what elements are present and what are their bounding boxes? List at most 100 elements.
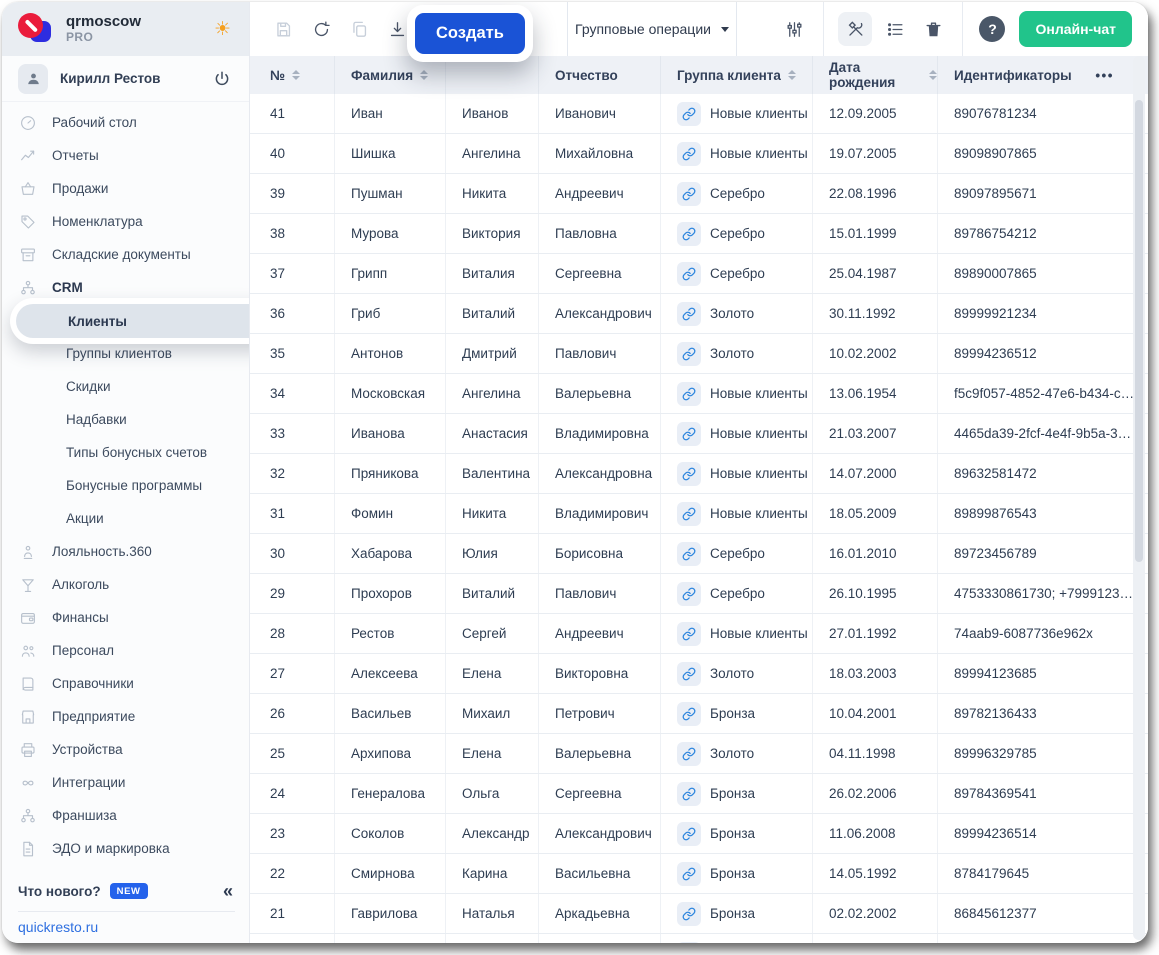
table-row[interactable]: 39 Пушман Никита Андреевич Серебро 22.08…	[250, 174, 1148, 214]
group-link-icon[interactable]	[677, 262, 701, 286]
sidebar-item-franchise[interactable]: Франшиза	[2, 799, 249, 832]
cell-group: Серебро	[660, 574, 812, 613]
logout-power-icon[interactable]	[213, 70, 231, 88]
sidebar-item-enterprise[interactable]: Предприятие	[2, 700, 249, 733]
column-header-number[interactable]: №	[250, 56, 334, 94]
table-row[interactable]: 24 Генералова Ольга Сергеевна Бронза 26.…	[250, 774, 1148, 814]
online-chat-button[interactable]: Онлайн-чат	[1019, 11, 1132, 47]
cell-firstname: Карина	[445, 854, 538, 893]
group-link-icon[interactable]	[677, 342, 701, 366]
table-row[interactable]: 22 Смирнова Карина Васильевна Бронза 14.…	[250, 854, 1148, 894]
group-link-icon[interactable]	[677, 822, 701, 846]
whats-new-link[interactable]: Что нового? NEW «	[18, 878, 233, 904]
sidebar-item-surcharges[interactable]: Надбавки	[2, 403, 249, 436]
group-link-icon[interactable]	[677, 542, 701, 566]
table-row[interactable]: 36 Гриб Виталий Александрович Золото 30.…	[250, 294, 1148, 334]
cell-firstname: Ангелина	[445, 134, 538, 173]
cell-birthdate: 16.01.2010	[812, 534, 937, 573]
sidebar-item-bonus-account-types[interactable]: Типы бонусных счетов	[2, 436, 249, 469]
table-row[interactable]: 31 Фомин Никита Владимирович Новые клиен…	[250, 494, 1148, 534]
table-row[interactable]: 30 Хабарова Юлия Борисовна Серебро 16.01…	[250, 534, 1148, 574]
table-row[interactable]: 38 Мурова Виктория Павловна Серебро 15.0…	[250, 214, 1148, 254]
scrollbar-thumb[interactable]	[1135, 100, 1143, 562]
sidebar-item-staff[interactable]: Персонал	[2, 634, 249, 667]
theme-toggle-sun-icon[interactable]: ☀	[214, 20, 231, 39]
group-link-icon[interactable]	[677, 662, 701, 686]
group-link-icon[interactable]	[677, 902, 701, 926]
group-link-icon[interactable]	[677, 382, 701, 406]
table-row[interactable]: 32 Пряникова Валентина Александровна Нов…	[250, 454, 1148, 494]
sidebar-item-devices[interactable]: Устройства	[2, 733, 249, 766]
sidebar-item-reports[interactable]: Отчеты	[2, 139, 249, 172]
table-row[interactable]: 41 Иван Иванов Иванович Новые клиенты 12…	[250, 94, 1148, 134]
group-link-icon[interactable]	[677, 862, 701, 886]
cell-number: 34	[250, 374, 334, 413]
table-row[interactable]: 37 Грипп Виталия Сергеевна Серебро 25.04…	[250, 254, 1148, 294]
group-link-icon[interactable]	[677, 582, 701, 606]
save-icon[interactable]	[264, 2, 302, 56]
sidebar-item-finance[interactable]: Финансы	[2, 601, 249, 634]
sidebar-item-loyalty360[interactable]: Лояльность.360	[2, 535, 249, 568]
column-header-middlename[interactable]: Отчество	[538, 56, 660, 94]
create-button[interactable]: Создать	[415, 13, 525, 54]
table-row[interactable]: 34 Московская Ангелина Валерьевна Новые …	[250, 374, 1148, 414]
cell-middlename: Павлович	[538, 574, 660, 613]
group-link-icon[interactable]	[677, 502, 701, 526]
sidebar-item-bonus-programs[interactable]: Бонусные программы	[2, 469, 249, 502]
table-row[interactable]: 28 Рестов Сергей Андреевич Новые клиенты…	[250, 614, 1148, 654]
user-row[interactable]: Кирилл Рестов	[2, 56, 249, 102]
table-row[interactable]: 21 Гаврилова Наталья Аркадьевна Бронза 0…	[250, 894, 1148, 934]
table-row[interactable]: 26 Васильев Михаил Петрович Бронза 10.04…	[250, 694, 1148, 734]
table-row[interactable]: 25 Архипова Елена Валерьевна Золото 04.1…	[250, 734, 1148, 774]
group-link-icon[interactable]	[677, 222, 701, 246]
group-link-icon[interactable]	[677, 182, 701, 206]
cell-firstname: Михаил	[445, 694, 538, 733]
sidebar-item-dashboard[interactable]: Рабочий стол	[2, 106, 249, 139]
sidebar-item-warehouse-docs[interactable]: Складские документы	[2, 238, 249, 271]
quickresto-link[interactable]: quickresto.ru	[18, 919, 233, 935]
table-row[interactable]: 35 Антонов Дмитрий Павлович Золото 10.02…	[250, 334, 1148, 374]
vertical-scrollbar[interactable]	[1133, 56, 1145, 940]
cell-group: Серебро	[660, 214, 812, 253]
group-link-icon[interactable]	[677, 422, 701, 446]
group-link-icon[interactable]	[677, 782, 701, 806]
group-link-icon[interactable]	[677, 142, 701, 166]
table-row[interactable]: 23 Соколов Александр Александрович Бронз…	[250, 814, 1148, 854]
table-row[interactable]	[250, 934, 1148, 943]
table-row[interactable]: 40 Шишка Ангелина Михайловна Новые клиен…	[250, 134, 1148, 174]
list-view-icon[interactable]	[876, 2, 914, 56]
trash-icon[interactable]	[914, 2, 952, 56]
column-header-identifiers[interactable]: Идентификаторы •••	[937, 56, 1148, 94]
column-header-group[interactable]: Группа клиента	[660, 56, 812, 94]
sidebar-item-nomenclature[interactable]: Номенклатура	[2, 205, 249, 238]
group-link-icon[interactable]	[677, 942, 701, 944]
help-button[interactable]: ?	[979, 16, 1005, 42]
group-link-icon[interactable]	[677, 102, 701, 126]
group-link-icon[interactable]	[677, 742, 701, 766]
collapse-sidebar-icon[interactable]: «	[223, 881, 233, 902]
sidebar-item-discounts[interactable]: Скидки	[2, 370, 249, 403]
clients-spotlight: Клиенты	[10, 298, 249, 344]
column-header-birthdate[interactable]: Дата рождения	[812, 56, 937, 94]
sliders-filter-icon[interactable]	[775, 2, 813, 56]
sidebar-item-clients-selected[interactable]: Клиенты	[16, 304, 249, 338]
table-row[interactable]: 33 Иванова Анастасия Владимировна Новые …	[250, 414, 1148, 454]
sidebar-item-directories[interactable]: Справочники	[2, 667, 249, 700]
group-operations-button[interactable]: Групповые операции	[567, 2, 737, 56]
sidebar-item-promotions[interactable]: Акции	[2, 502, 249, 535]
group-link-icon[interactable]	[677, 622, 701, 646]
refresh-icon[interactable]	[302, 2, 340, 56]
group-link-icon[interactable]	[677, 702, 701, 726]
sidebar-item-sales[interactable]: Продажи	[2, 172, 249, 205]
group-link-icon[interactable]	[677, 302, 701, 326]
sidebar-item-alcohol[interactable]: Алкоголь	[2, 568, 249, 601]
cell-firstname: Ольга	[445, 774, 538, 813]
cell-identifiers	[937, 934, 1148, 943]
sidebar-item-integrations[interactable]: Интеграции	[2, 766, 249, 799]
group-link-icon[interactable]	[677, 462, 701, 486]
copy-icon[interactable]	[340, 2, 378, 56]
sidebar-item-edo[interactable]: ЭДО и маркировка	[2, 832, 249, 865]
table-row[interactable]: 27 Алексеева Елена Викторовна Золото 18.…	[250, 654, 1148, 694]
tools-icon[interactable]	[838, 12, 872, 46]
table-row[interactable]: 29 Прохоров Виталий Павлович Серебро 26.…	[250, 574, 1148, 614]
